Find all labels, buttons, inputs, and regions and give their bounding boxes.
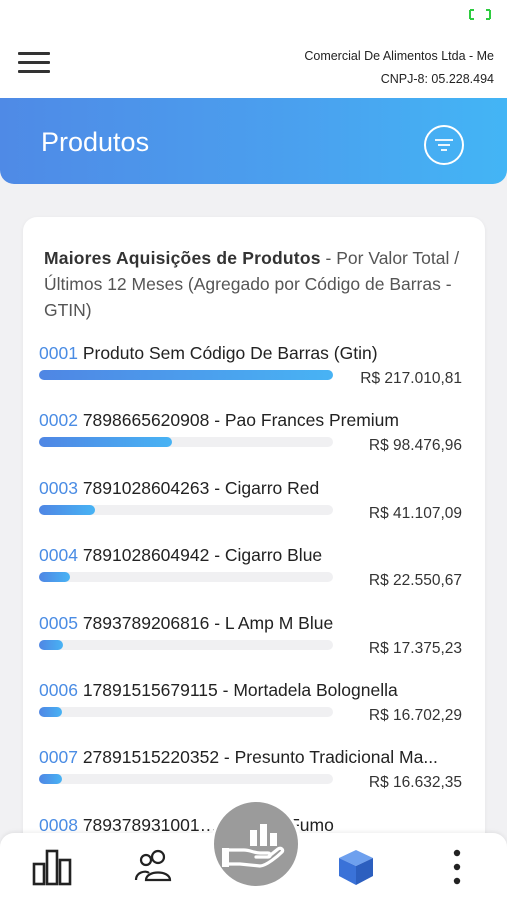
hand-chart-icon — [222, 824, 285, 868]
item-label: 0006 17891515679115 - Mortadela Bolognel… — [39, 680, 469, 701]
more-vertical-icon — [453, 849, 461, 885]
status-bar — [0, 0, 507, 28]
company-info: Comercial De Alimentos Ltda - Me CNPJ-8:… — [304, 45, 494, 91]
item-code: 0004 — [39, 545, 78, 566]
progress-track — [39, 370, 333, 380]
item-value: R$ 98.476,96 — [368, 437, 462, 455]
progress-fill — [39, 504, 95, 515]
item-code: 0007 — [39, 747, 78, 768]
cube-icon — [339, 850, 373, 885]
list-item[interactable]: 0005 7893789206816 - L Amp M Blue R$ 17.3… — [39, 613, 469, 673]
item-code: 0001 — [39, 343, 78, 363]
bar-chart-icon — [32, 849, 72, 886]
item-name: 27891515220352 - Presunto Tradicional Ma… — [82, 747, 438, 768]
page-title: Produtos — [41, 127, 150, 157]
item-code: 0003 — [39, 477, 78, 498]
progress-track — [39, 437, 333, 448]
center-action-button[interactable] — [211, 799, 301, 889]
item-value: R$ 16.632,35 — [368, 774, 462, 792]
progress-fill — [39, 572, 70, 583]
list-item[interactable]: 0002 7898665620908 - Pao Frances Premium… — [39, 410, 469, 470]
item-name: 17891515679115 - Mortadela Bolognella — [82, 680, 398, 700]
progress-fill — [39, 370, 333, 380]
item-value: R$ 41.107,09 — [368, 504, 462, 522]
item-label: 0007 27891515220352 - Presunto Tradicion… — [39, 747, 469, 768]
item-name: Produto Sem Código De Barras (Gtin) — [82, 343, 378, 363]
item-label: 0002 7898665620908 - Pao Frances Premium — [39, 410, 469, 431]
nav-more-button[interactable] — [437, 848, 477, 886]
progress-fill — [39, 774, 62, 785]
page-header: Produtos — [0, 98, 507, 184]
item-label: 0004 7891028604942 - Cigarro Blue — [39, 545, 469, 566]
progress-fill — [39, 707, 62, 717]
progress-fill — [39, 639, 63, 650]
item-value: R$ 17.375,23 — [368, 639, 462, 657]
item-code: 0006 — [39, 680, 78, 700]
list-item[interactable]: 0003 7891028604263 - Cigarro Red R$ 41.10… — [39, 478, 469, 538]
progress-track — [39, 504, 333, 515]
progress-track — [39, 572, 333, 583]
item-code: 0005 — [39, 612, 78, 633]
progress-track — [39, 639, 333, 650]
progress-track — [39, 707, 333, 717]
item-name: 7891028604263 - Cigarro Red — [82, 477, 320, 498]
list-item[interactable]: 0006 17891515679115 - Mortadela Bolognel… — [39, 680, 469, 740]
item-value: R$ 22.550,67 — [368, 572, 462, 590]
nav-people-button[interactable] — [134, 848, 174, 886]
progress-fill — [39, 437, 173, 448]
item-name: 7898665620908 - Pao Frances Premium — [82, 410, 399, 431]
card-title-bold: Maiores Aquisições de Produtos — [44, 248, 321, 268]
item-value: R$ 16.702,29 — [368, 707, 462, 724]
filter-icon — [435, 139, 453, 151]
company-name: Comercial De Alimentos Ltda - Me — [304, 49, 494, 63]
item-label: 0003 7891028604263 - Cigarro Red — [39, 478, 469, 499]
company-cnpj: CNPJ-8: 05.228.494 — [380, 72, 494, 86]
item-value: R$ 217.010,81 — [360, 370, 462, 387]
battery-icon — [469, 9, 491, 20]
progress-track — [39, 774, 333, 785]
item-code: 0002 — [39, 410, 78, 431]
card-title: Maiores Aquisições de Produtos - Por Val… — [44, 245, 464, 323]
item-name: 7891028604942 - Cigarro Blue — [82, 545, 323, 566]
nav-reports-button[interactable] — [32, 848, 72, 886]
nav-products-button[interactable] — [336, 848, 376, 886]
item-label: 0005 7893789206816 - L Amp M Blue — [39, 613, 469, 634]
filter-button[interactable] — [424, 125, 464, 165]
hamburger-menu-icon[interactable] — [18, 52, 50, 74]
top-products-card: Maiores Aquisições de Produtos - Por Val… — [23, 217, 485, 857]
item-label: 0001 Produto Sem Código De Barras (Gtin) — [39, 343, 469, 364]
users-icon — [134, 849, 172, 882]
list-item[interactable]: 0001 Produto Sem Código De Barras (Gtin)… — [39, 343, 469, 403]
item-code: 0008 — [39, 814, 78, 835]
list-item[interactable]: 0004 7891028604942 - Cigarro Blue R$ 22.5… — [39, 545, 469, 605]
item-name: 7893789206816 - L Amp M Blue — [82, 612, 334, 633]
top-bar: Comercial De Alimentos Ltda - Me CNPJ-8:… — [0, 28, 507, 98]
